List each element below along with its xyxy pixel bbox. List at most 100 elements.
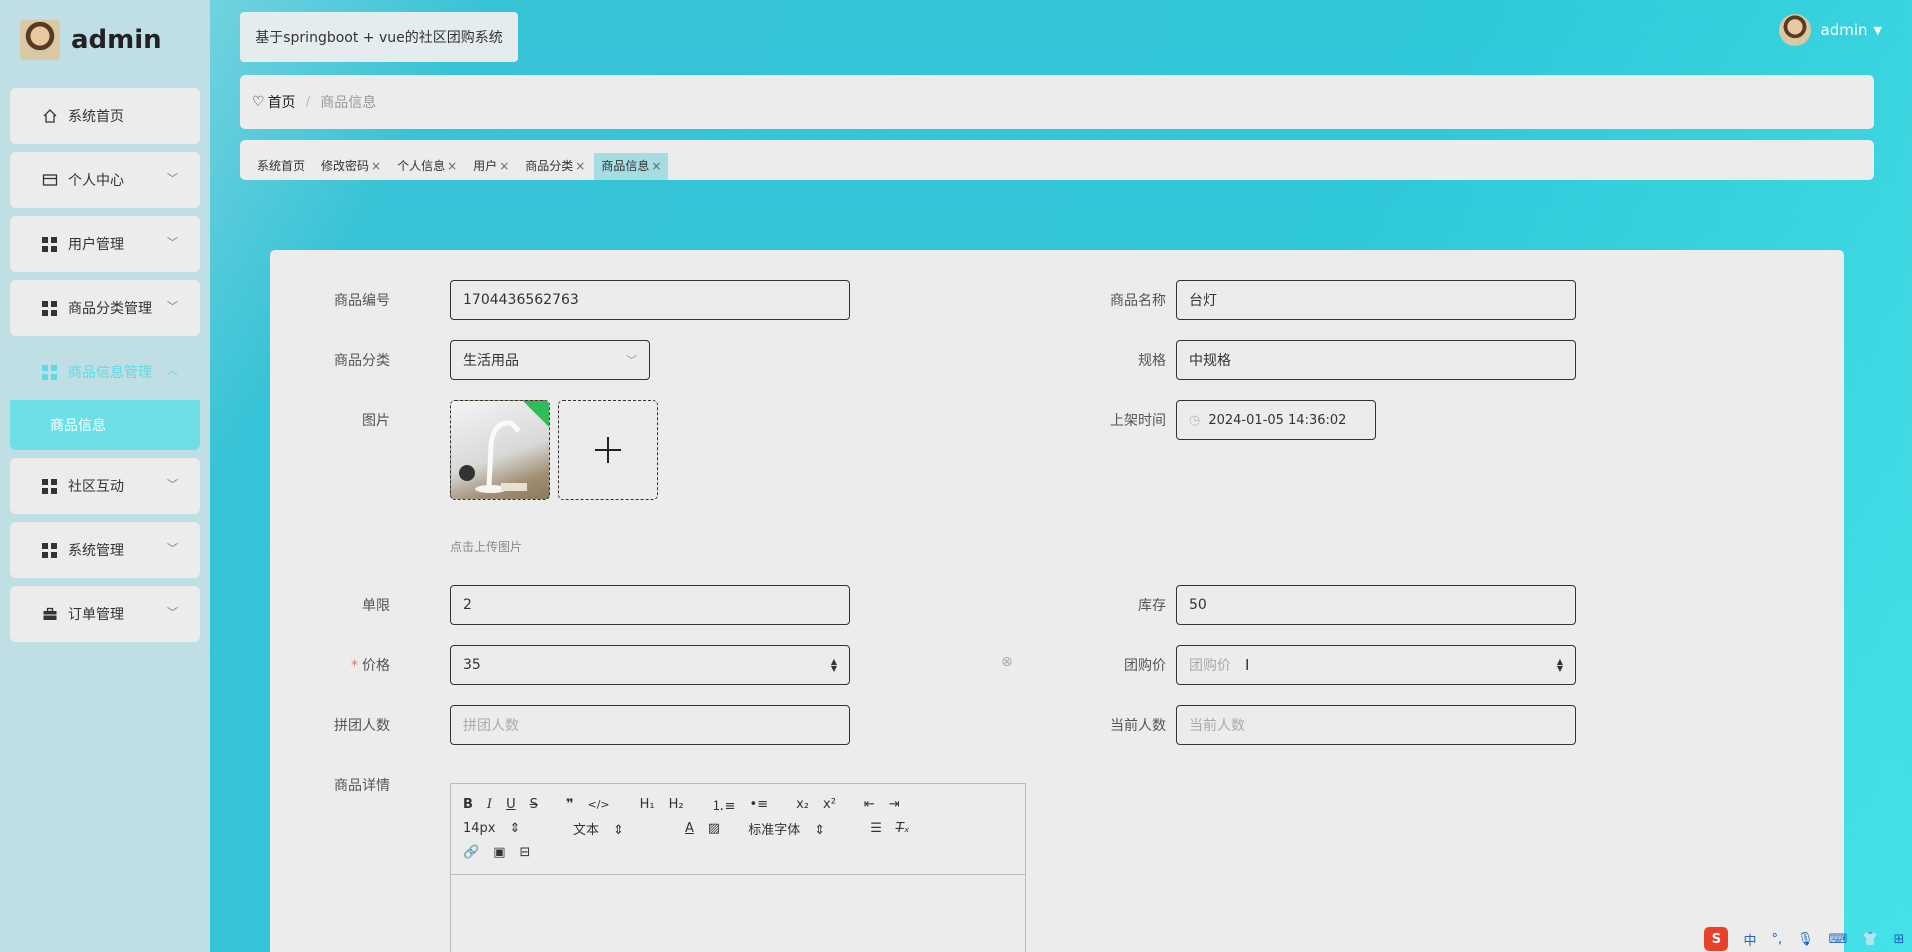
tab-home[interactable]: 系统首页	[250, 153, 312, 180]
tab-profile[interactable]: 个人信息 ×	[390, 153, 464, 180]
grid-icon	[41, 300, 58, 317]
tab-label: 商品信息	[601, 159, 650, 173]
briefcase-icon	[41, 606, 58, 623]
font-size-select[interactable]: 14px ⇕	[463, 821, 543, 836]
sidebar-item-label: 个人中心	[68, 173, 124, 189]
breadcrumb-separator: /	[305, 94, 311, 110]
category-label: 商品分类	[334, 353, 390, 369]
rich-text-editor: B I U S ❞ </> H₁ H₂ ⒈≡ •≡ x₂ x² ⇤ ⇥ 14px…	[450, 783, 1026, 952]
uploaded-image-thumbnail[interactable]	[450, 400, 550, 500]
h1-icon[interactable]: H₁	[640, 797, 655, 812]
sidebar-item-category[interactable]: 商品分类管理 ﹀	[10, 280, 200, 336]
sidebar-item-users[interactable]: 用户管理 ﹀	[10, 216, 200, 272]
editor-toolbar: B I U S ❞ </> H₁ H₂ ⒈≡ •≡ x₂ x² ⇤ ⇥ 14px…	[451, 784, 1025, 875]
brand-avatar	[20, 20, 60, 60]
tray-more-icon[interactable]: ⊞	[1894, 932, 1905, 947]
stepper-icon[interactable]: ▲ ▼	[831, 658, 837, 673]
h2-icon[interactable]: H₂	[669, 797, 684, 812]
bold-icon[interactable]: B	[463, 797, 473, 812]
plus-icon	[595, 437, 621, 463]
name-field[interactable]: 台灯	[1176, 280, 1576, 320]
upload-hint: 点击上传图片	[450, 540, 523, 554]
ime-logo[interactable]: S	[1704, 927, 1729, 951]
grid-icon	[41, 236, 58, 253]
close-icon[interactable]: ×	[651, 159, 661, 173]
font-family-select[interactable]: 标准字体 ⇕	[748, 819, 842, 838]
sidebar: admin 系统首页 个人中心 ﹀ 用户管理 ﹀ 商品分类管理 ﹀ 商品信息管理…	[0, 0, 210, 952]
code-icon[interactable]: </>	[587, 798, 609, 811]
background-color-icon[interactable]: ▨	[708, 821, 720, 836]
category-select[interactable]: 生活用品 ﹀	[450, 340, 650, 380]
link-icon[interactable]: 🔗	[463, 845, 479, 860]
close-icon[interactable]: ×	[371, 159, 381, 173]
current-count-field[interactable]: 当前人数	[1176, 705, 1576, 745]
limit-field[interactable]: 2	[450, 585, 850, 625]
ordered-list-icon[interactable]: ⒈≡	[712, 795, 736, 814]
sidebar-item-community[interactable]: 社区互动 ﹀	[10, 458, 200, 514]
clear-format-icon[interactable]: T̶ₓ	[896, 821, 910, 836]
code-field[interactable]: 1704436562763	[450, 280, 850, 320]
strike-icon[interactable]: S	[530, 797, 538, 812]
ime-lang[interactable]: 中	[1743, 930, 1756, 949]
sidebar-item-goods[interactable]: 商品信息管理 ︿	[10, 344, 200, 400]
mic-icon[interactable]: 🎙	[1797, 932, 1814, 947]
chevron-down-icon: ﹀	[167, 300, 178, 313]
chevron-down-icon: ﹀	[167, 236, 178, 249]
spec-label: 规格	[1138, 353, 1166, 369]
align-icon[interactable]: ☰	[870, 821, 882, 836]
chevron-down-icon: ﹀	[167, 606, 178, 619]
updown-icon: ⇕	[613, 822, 624, 838]
breadcrumb-home[interactable]: ♡ 首页	[252, 92, 296, 112]
stepper-icon[interactable]: ▲ ▼	[1557, 658, 1563, 673]
group-size-label: 拼团人数	[334, 718, 390, 734]
image-icon[interactable]: ▣	[493, 845, 505, 860]
tab-users[interactable]: 用户 ×	[466, 153, 516, 180]
video-icon[interactable]: ⊟	[519, 845, 530, 860]
sidebar-item-label: 用户管理	[68, 237, 124, 253]
skin-icon[interactable]: 👕	[1862, 932, 1878, 947]
chevron-down-icon: ﹀	[167, 172, 178, 185]
price-input[interactable]: 35 ▲ ▼	[450, 645, 850, 685]
spec-field[interactable]: 中规格	[1176, 340, 1576, 380]
underline-icon[interactable]: U	[506, 797, 516, 812]
outdent-icon[interactable]: ⇤	[864, 797, 875, 812]
subscript-icon[interactable]: x₂	[796, 797, 809, 812]
grid-icon	[41, 542, 58, 559]
chevron-down-icon: ﹀	[167, 542, 178, 555]
limit-label: 单限	[362, 598, 390, 614]
close-icon[interactable]: ×	[575, 159, 585, 173]
stock-field[interactable]: 50	[1176, 585, 1576, 625]
price-label-text: 价格	[362, 658, 390, 674]
italic-icon[interactable]: I	[487, 797, 492, 812]
tab-password[interactable]: 修改密码 ×	[314, 153, 388, 180]
punct-icon[interactable]: °,	[1771, 932, 1782, 947]
tab-goods-info[interactable]: 商品信息 ×	[594, 153, 669, 180]
sidebar-item-profile[interactable]: 个人中心 ﹀	[10, 152, 200, 208]
font-color-icon[interactable]: A	[685, 821, 694, 836]
sidebar-item-orders[interactable]: 订单管理 ﹀	[10, 586, 200, 642]
category-value: 生活用品	[463, 353, 519, 369]
shelf-time-picker[interactable]: ◷ 2024-01-05 14:36:02	[1176, 400, 1376, 440]
card-icon	[41, 172, 58, 189]
quote-icon[interactable]: ❞	[566, 797, 574, 812]
group-size-field[interactable]: 拼团人数	[450, 705, 850, 745]
name-label: 商品名称	[1110, 293, 1166, 309]
keyboard-icon[interactable]: ⌨	[1829, 932, 1848, 947]
sidebar-item-home[interactable]: 系统首页	[10, 88, 200, 144]
close-icon[interactable]: ×	[499, 159, 509, 173]
caret-down-icon: ▼	[1873, 23, 1882, 37]
close-icon[interactable]: ×	[447, 159, 457, 173]
upload-button[interactable]	[558, 400, 658, 500]
superscript-icon[interactable]: x²	[823, 797, 836, 812]
user-menu[interactable]: admin ▼	[1778, 14, 1882, 46]
group-price-input[interactable]: 团购价 I ▲ ▼	[1176, 645, 1576, 685]
tab-label: 个人信息	[397, 159, 446, 173]
text-type-select[interactable]: 文本 ⇕	[573, 819, 657, 838]
chevron-up-icon: ︿	[167, 364, 178, 377]
sidebar-item-system[interactable]: 系统管理 ﹀	[10, 522, 200, 578]
sidebar-subitem-goods-info[interactable]: 商品信息	[10, 400, 200, 450]
brand-name: admin	[71, 25, 162, 55]
indent-icon[interactable]: ⇥	[889, 797, 900, 812]
bullet-list-icon[interactable]: •≡	[750, 797, 769, 812]
tab-category[interactable]: 商品分类 ×	[518, 153, 592, 180]
